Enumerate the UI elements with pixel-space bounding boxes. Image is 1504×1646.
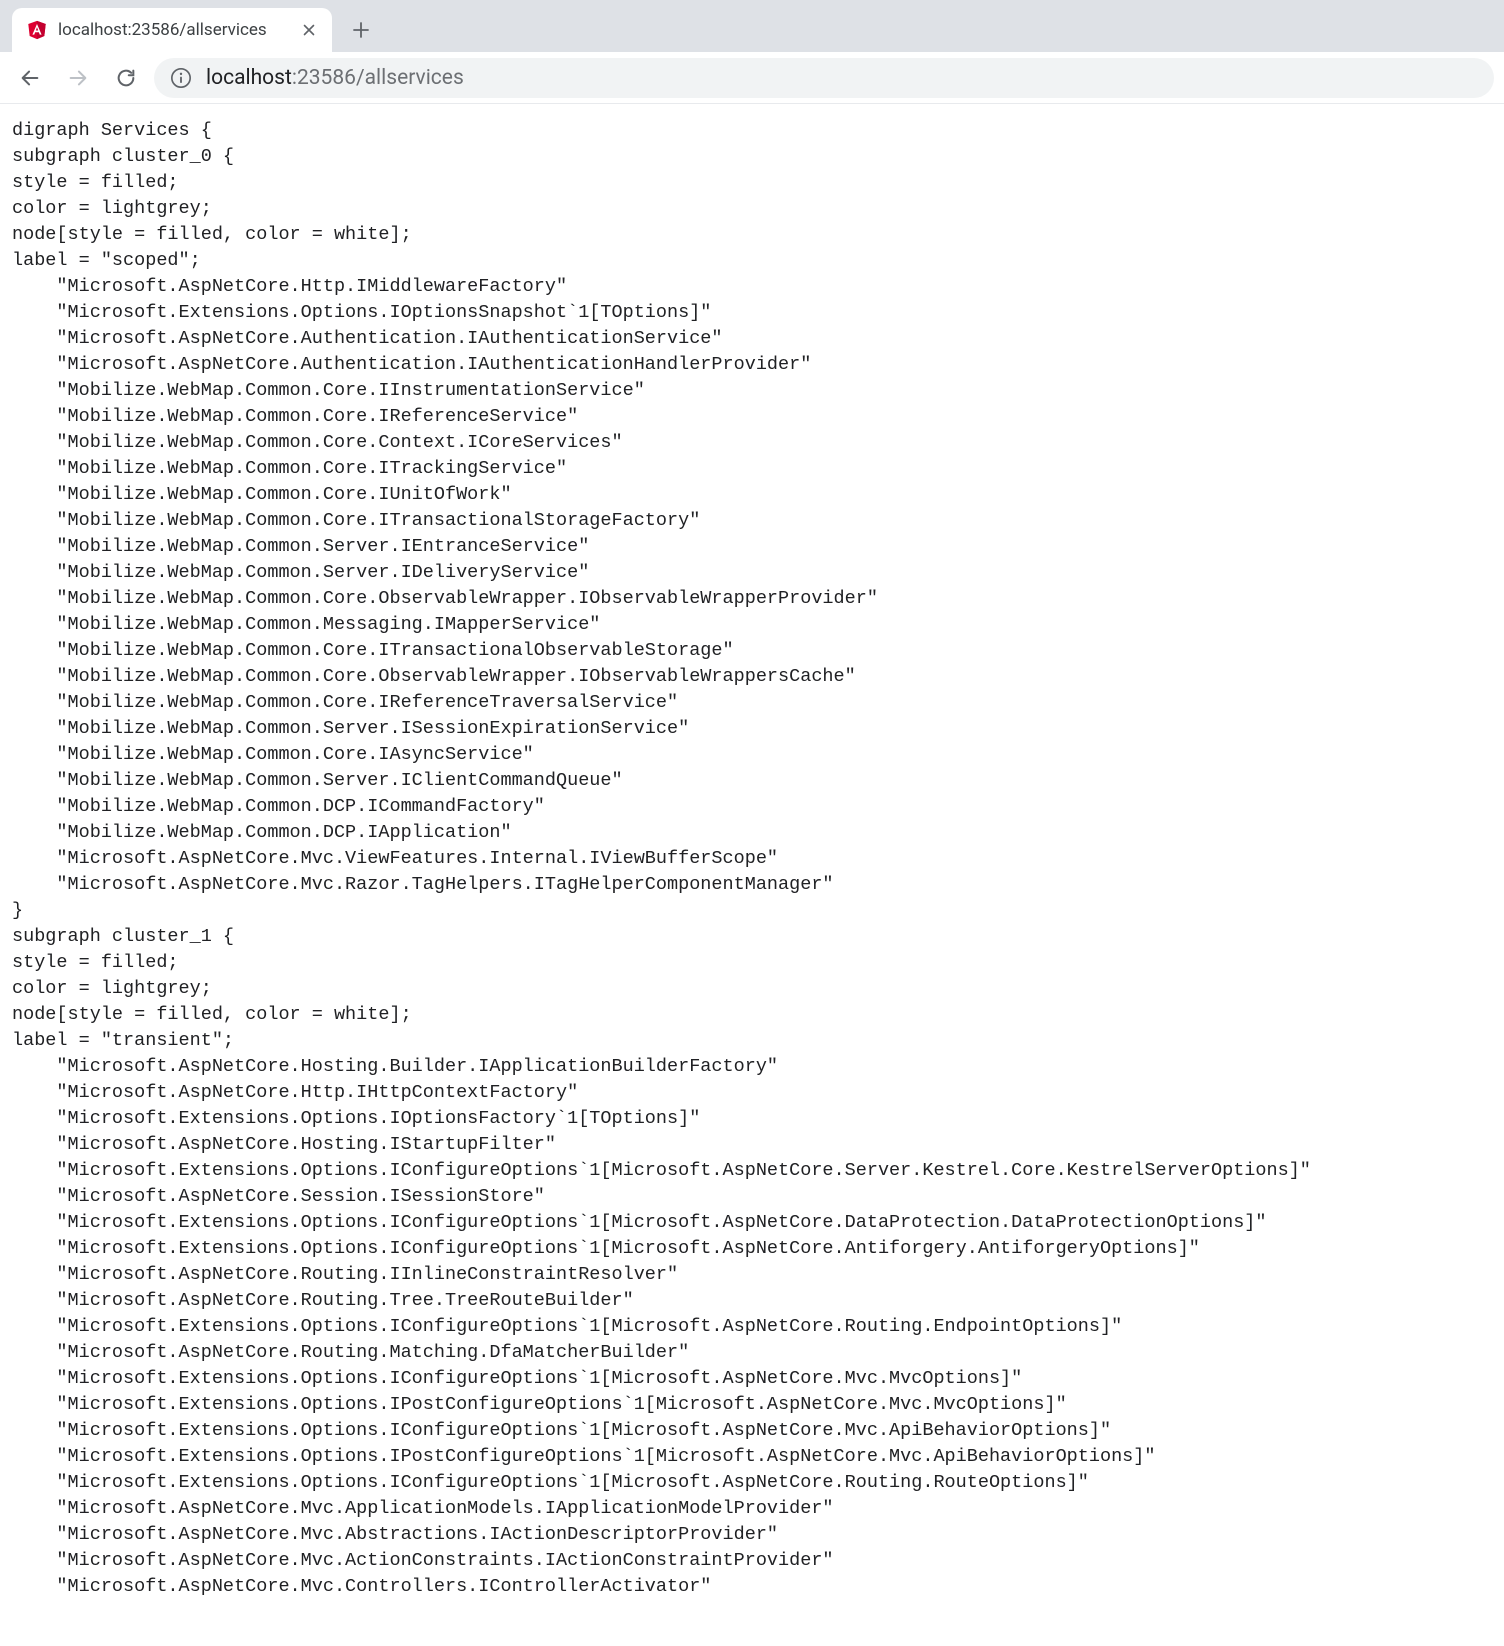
- arrow-left-icon: [19, 67, 41, 89]
- tab-title: localhost:23586/allservices: [58, 20, 290, 40]
- address-bar[interactable]: localhost:23586/allservices: [154, 58, 1494, 98]
- reload-icon: [115, 67, 137, 89]
- site-info-icon[interactable]: [170, 67, 192, 89]
- browser-tab[interactable]: localhost:23586/allservices: [12, 8, 332, 52]
- reload-button[interactable]: [106, 58, 146, 98]
- forward-button[interactable]: [58, 58, 98, 98]
- url-host: localhost: [206, 66, 292, 90]
- plus-icon: [352, 21, 370, 39]
- back-button[interactable]: [10, 58, 50, 98]
- arrow-right-icon: [67, 67, 89, 89]
- new-tab-button[interactable]: [342, 11, 380, 49]
- browser-toolbar: localhost:23586/allservices: [0, 52, 1504, 104]
- tab-strip: localhost:23586/allservices: [0, 0, 1504, 52]
- close-icon: [303, 24, 315, 36]
- url-display: localhost:23586/allservices: [206, 66, 464, 90]
- page-body-text: digraph Services { subgraph cluster_0 { …: [0, 104, 1504, 1614]
- close-tab-button[interactable]: [300, 21, 318, 39]
- angular-favicon-icon: [26, 19, 48, 41]
- url-path: :23586/allservices: [292, 66, 464, 90]
